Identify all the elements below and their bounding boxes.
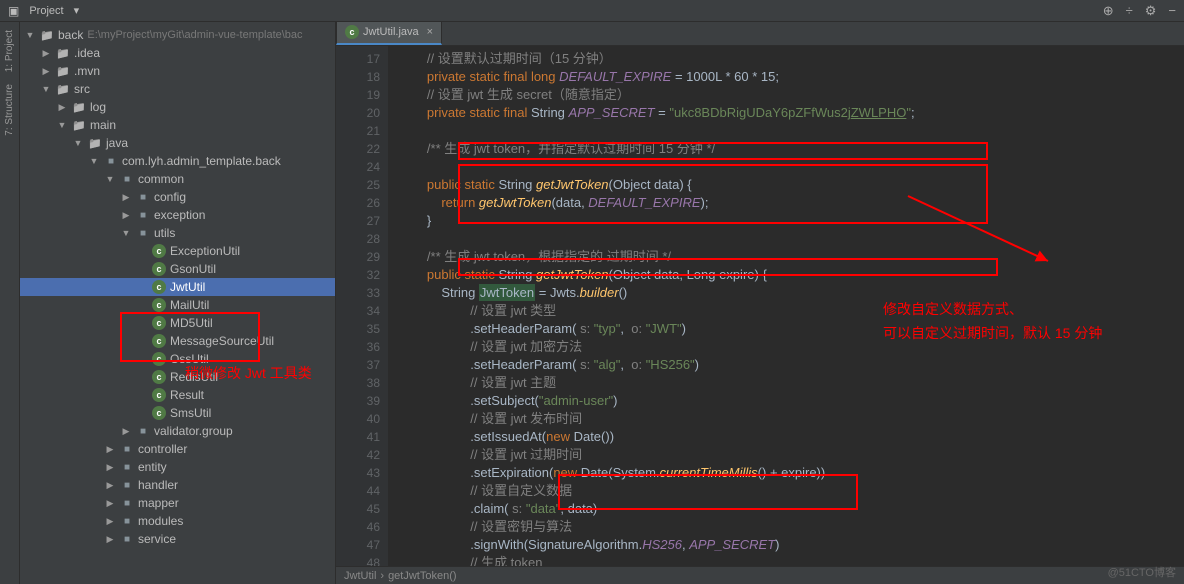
main: 1: Project 7: Structure backE:\myProject… (0, 22, 1184, 584)
tree-item-main[interactable]: main (20, 116, 335, 134)
tree-item-entity[interactable]: entity (20, 458, 335, 476)
tree-item-ExceptionUtil[interactable]: cExceptionUtil (20, 242, 335, 260)
folder-icon: ▣ (8, 4, 19, 18)
tree-item-MessageSourceUtil[interactable]: cMessageSourceUtil (20, 332, 335, 350)
tree-item-src[interactable]: src (20, 80, 335, 98)
project-panel: backE:\myProject\myGit\admin-vue-templat… (20, 22, 336, 584)
tree-item-com-lyh-admin_template-back[interactable]: com.lyh.admin_template.back (20, 152, 335, 170)
breadcrumb-class[interactable]: JwtUtil (344, 570, 376, 582)
breadcrumb: JwtUtil › getJwtToken() (336, 566, 1184, 584)
class-icon: c (345, 25, 359, 39)
tree-item-exception[interactable]: exception (20, 206, 335, 224)
editor-tabs: c JwtUtil.java × (336, 22, 1184, 46)
tool-window-tabs: 1: Project 7: Structure (0, 22, 20, 584)
tree-item-handler[interactable]: handler (20, 476, 335, 494)
dropdown-icon[interactable]: ▾ (74, 4, 80, 17)
tree-item-java[interactable]: java (20, 134, 335, 152)
tree-item--mvn[interactable]: .mvn (20, 62, 335, 80)
code-content[interactable]: // 设置默认过期时间（15 分钟） private static final … (388, 46, 1184, 566)
tree-item-log[interactable]: log (20, 98, 335, 116)
tree-item-config[interactable]: config (20, 188, 335, 206)
tree-item-controller[interactable]: controller (20, 440, 335, 458)
tree-item-common[interactable]: common (20, 170, 335, 188)
tree-item--idea[interactable]: .idea (20, 44, 335, 62)
gear-icon[interactable]: ⚙ (1145, 3, 1157, 19)
tree-item-back[interactable]: backE:\myProject\myGit\admin-vue-templat… (20, 26, 335, 44)
tab-label: JwtUtil.java (363, 26, 419, 38)
tree-item-service[interactable]: service (20, 530, 335, 548)
topbar: ▣ Project ▾ ⊕ ÷ ⚙ − (0, 0, 1184, 22)
tree-item-validator-group[interactable]: validator.group (20, 422, 335, 440)
code-editor[interactable]: 1718192021222425262728293233343536373839… (336, 46, 1184, 566)
project-tree[interactable]: backE:\myProject\myGit\admin-vue-templat… (20, 22, 335, 584)
tree-item-modules[interactable]: modules (20, 512, 335, 530)
tab-jwtutil[interactable]: c JwtUtil.java × (336, 22, 442, 45)
tree-item-Result[interactable]: cResult (20, 386, 335, 404)
tree-item-MailUtil[interactable]: cMailUtil (20, 296, 335, 314)
editor-area: c JwtUtil.java × 17181920212224252627282… (336, 22, 1184, 584)
tree-item-mapper[interactable]: mapper (20, 494, 335, 512)
tab-project[interactable]: 1: Project (4, 26, 15, 76)
tree-item-JwtUtil[interactable]: cJwtUtil (20, 278, 335, 296)
annotation-left: 稍微修改 Jwt 工具类 (185, 363, 312, 383)
annotation-right1: 修改自定义数据方式、 (883, 300, 1023, 318)
close-icon[interactable]: × (427, 26, 433, 38)
minimize-icon[interactable]: − (1168, 3, 1176, 19)
project-label: Project (29, 5, 63, 17)
breadcrumb-method[interactable]: getJwtToken() (388, 570, 456, 582)
tree-item-GsonUtil[interactable]: cGsonUtil (20, 260, 335, 278)
annotation-right2: 可以自定义过期时间，默认 15 分钟 (883, 324, 1102, 342)
tree-item-MD5Util[interactable]: cMD5Util (20, 314, 335, 332)
tree-item-SmsUtil[interactable]: cSmsUtil (20, 404, 335, 422)
target-icon[interactable]: ⊕ (1103, 3, 1114, 19)
tree-item-utils[interactable]: utils (20, 224, 335, 242)
tab-structure[interactable]: 7: Structure (4, 80, 15, 140)
divide-icon[interactable]: ÷ (1126, 3, 1133, 19)
gutter: 1718192021222425262728293233343536373839… (336, 46, 388, 566)
